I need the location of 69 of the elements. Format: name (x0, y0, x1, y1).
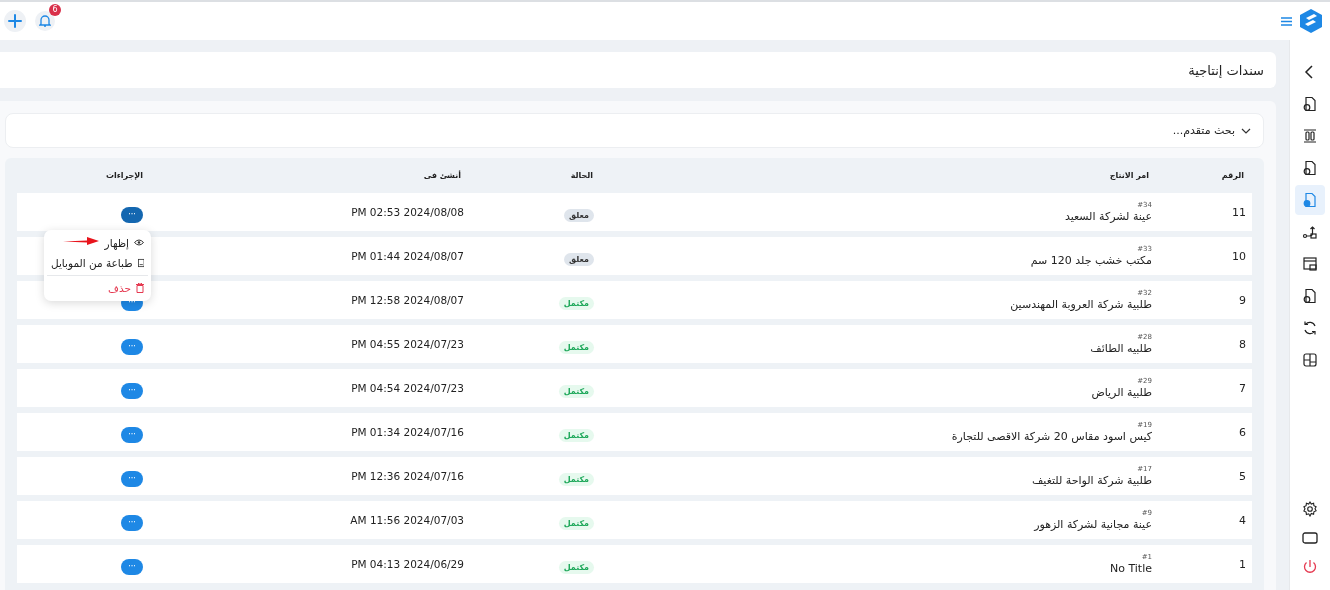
row-number: 8 (1238, 337, 1247, 351)
order-name: طلبية الرياض (1091, 386, 1152, 399)
logo-icon (1300, 9, 1322, 33)
actions-button[interactable]: ··· (121, 470, 143, 487)
power-icon[interactable] (1302, 559, 1318, 575)
created-date: PM 04:54 2024/07/23 (350, 382, 465, 394)
actions-button[interactable]: ··· (121, 382, 143, 399)
notification-badge: 6 (49, 4, 61, 16)
advanced-search-toggle[interactable]: بحث متقدم... (5, 113, 1264, 148)
window-icon (1302, 256, 1318, 272)
document-icon (1302, 288, 1318, 304)
status-badge: معلق (564, 252, 594, 266)
share-icon (1302, 224, 1318, 240)
created-date: PM 04:13 2024/06/29 (350, 558, 465, 570)
annotation-arrow (63, 236, 99, 245)
status-badge: مكتمل (558, 560, 594, 574)
refresh-icon (1302, 320, 1318, 336)
created-date: PM 01:34 2024/07/16 (350, 426, 465, 438)
column-header: أنشئ فى (422, 171, 462, 180)
status-badge: مكتمل (558, 516, 594, 530)
created-date: AM 11:56 2024/07/03 (349, 514, 465, 526)
columns-icon (1302, 128, 1318, 144)
row-number: 7 (1238, 381, 1247, 395)
layout-icon (1302, 352, 1318, 368)
trash-icon (136, 282, 144, 293)
order-name: عينة لشركة السعيد (1064, 210, 1152, 223)
notifications-button[interactable] (35, 11, 55, 31)
menu-item[interactable]: طباعة من الموبايل (44, 252, 151, 273)
column-header: الحالة (569, 171, 594, 180)
menu-icon[interactable] (1281, 16, 1292, 26)
document-icon (1302, 160, 1318, 176)
monitor-icon[interactable] (1302, 532, 1318, 544)
document-icon (137, 257, 144, 268)
status-badge: مكتمل (558, 472, 594, 486)
actions-button[interactable]: ··· (121, 558, 143, 575)
row-number: 11 (1231, 205, 1247, 219)
order-name: عينة مجانية لشركة الزهور (1034, 518, 1152, 531)
order-name: طلبيه الطائف (1090, 342, 1152, 355)
order-name: طلبية شركة العروبة المهندسين (1010, 298, 1152, 311)
created-date: PM 12:36 2024/07/16 (350, 470, 465, 482)
column-header: الرقم (1220, 171, 1245, 180)
created-date: PM 02:53 2024/08/08 (350, 206, 465, 218)
column-header: امر الانتاج (1108, 171, 1150, 180)
page-title: سندات إنتاجية (1188, 62, 1264, 78)
status-badge: مكتمل (558, 340, 594, 354)
row-number: 1 (1238, 557, 1247, 571)
eye-icon (134, 239, 144, 246)
settings-icon[interactable] (1302, 501, 1318, 517)
add-button[interactable] (4, 10, 26, 32)
created-date: PM 01:44 2024/08/07 (350, 250, 465, 262)
document-coin-icon (1302, 96, 1318, 112)
status-badge: مكتمل (558, 296, 594, 310)
actions-button[interactable]: ··· (121, 338, 143, 355)
actions-button[interactable]: ··· (121, 206, 143, 223)
status-badge: مكتمل (558, 384, 594, 398)
order-name: كيس اسود مقاس 20 شركة الاقصى للتجارة (951, 430, 1152, 443)
row-number: 6 (1238, 425, 1247, 439)
column-header: الإجراءات (104, 171, 144, 180)
status-badge: معلق (564, 208, 594, 222)
actions-button[interactable]: ··· (121, 426, 143, 443)
row-number: 4 (1238, 513, 1247, 527)
row-number: 5 (1238, 469, 1247, 483)
row-number: 10 (1231, 249, 1247, 263)
status-badge: مكتمل (558, 428, 594, 442)
order-name: طلبية شركة الواحة للتغيف (1032, 474, 1152, 487)
created-date: PM 04:55 2024/07/23 (350, 338, 465, 350)
order-name: مكتب خشب جلد 120 سم (1030, 254, 1152, 267)
actions-button[interactable]: ··· (121, 514, 143, 531)
order-name: No Title (1109, 562, 1152, 575)
